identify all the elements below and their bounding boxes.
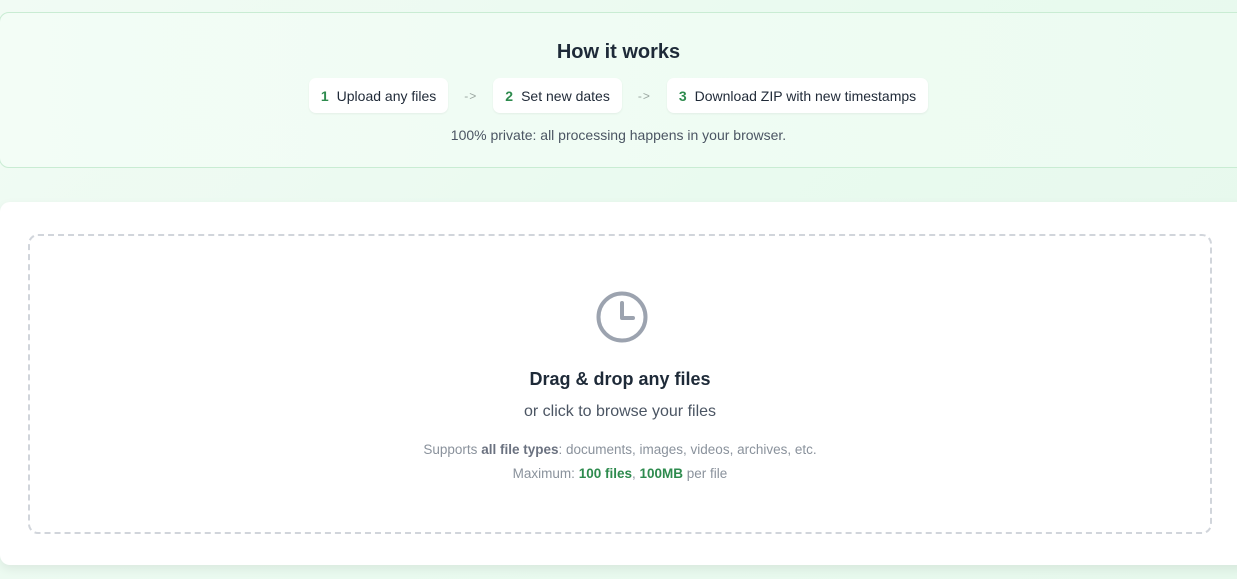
step-number: 2 [505, 87, 514, 104]
how-it-works-title: How it works [556, 41, 681, 63]
clock-icon [596, 291, 648, 343]
step-arrow: -> [464, 88, 478, 103]
step-label: Upload any files [336, 87, 437, 104]
step-number: 1 [320, 87, 329, 104]
max-size: 100MB [639, 466, 684, 481]
upload-card: Drag & drop any files or click to browse… [0, 202, 1237, 565]
supports-all-types: all file types [481, 442, 559, 457]
supports-prefix: Supports [423, 442, 482, 457]
privacy-note: 100% private: all processing happens in … [450, 127, 787, 143]
limits-text: Maximum: 100 files, 100MB per file [30, 466, 1210, 481]
step-upload: 1 Upload any files [308, 78, 449, 113]
step-set-dates: 2 Set new dates [493, 78, 622, 113]
step-label: Set new dates [521, 87, 610, 104]
max-suffix: per file [683, 466, 728, 481]
step-arrow: -> [637, 88, 651, 103]
step-label: Download ZIP with new timestamps [694, 87, 917, 104]
max-separator: , [631, 466, 640, 481]
max-files: 100 files [578, 466, 632, 481]
dropzone-browse-text: or click to browse your files [523, 403, 717, 420]
dropzone-title: Drag & drop any files [529, 369, 711, 389]
supports-suffix: : documents, images, videos, archives, e… [558, 442, 817, 457]
step-number: 3 [678, 87, 687, 104]
file-dropzone[interactable]: Drag & drop any files or click to browse… [28, 234, 1212, 534]
supported-types-text: Supports all file types: documents, imag… [30, 442, 1210, 457]
max-prefix: Maximum: [512, 466, 579, 481]
how-it-works-panel: How it works 1 Upload any files -> 2 Set… [0, 12, 1237, 168]
steps-row: 1 Upload any files -> 2 Set new dates ->… [0, 78, 1237, 113]
step-download: 3 Download ZIP with new timestamps [666, 78, 929, 113]
